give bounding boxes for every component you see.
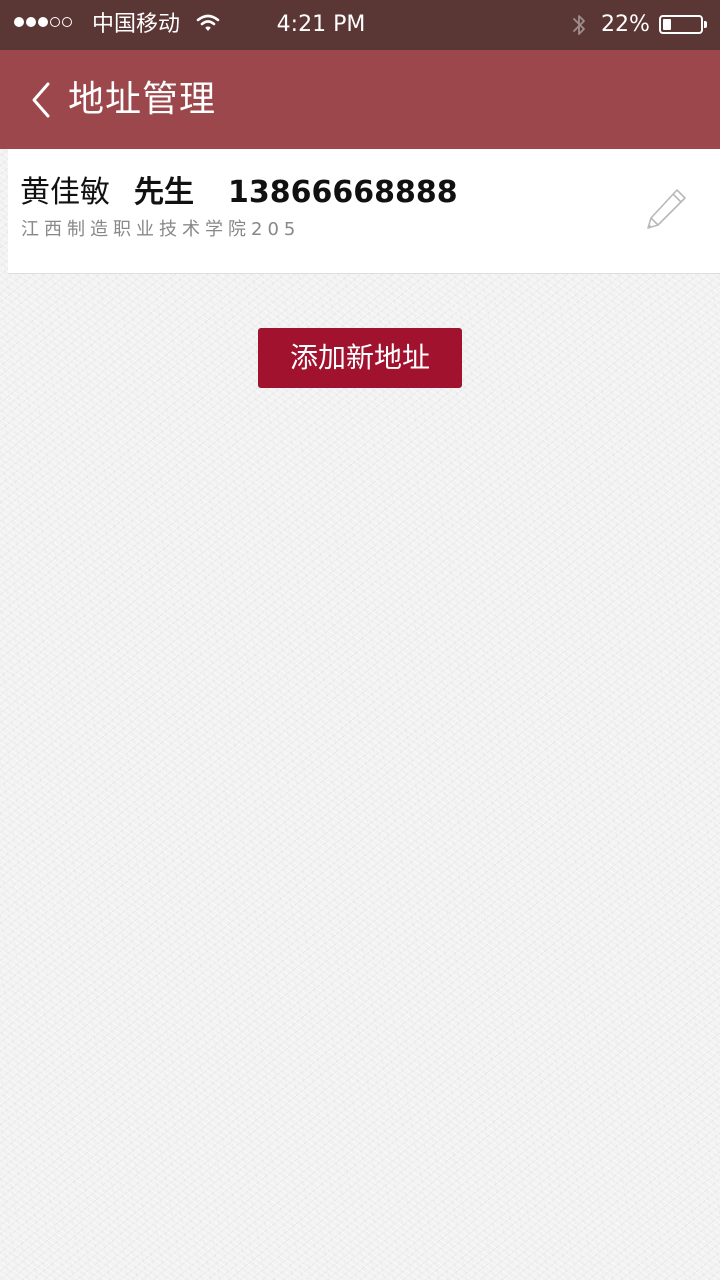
contact-line: 黄佳敏 先生 13866668888 [20, 173, 458, 213]
contact-title: 先生 [134, 175, 194, 210]
edit-address-button[interactable] [636, 183, 692, 239]
chevron-left-icon [32, 82, 50, 118]
battery-percent: 22% [601, 12, 650, 37]
page-title: 地址管理 [68, 79, 217, 120]
contact-phone: 13866668888 [228, 175, 458, 210]
battery-level-fill [663, 19, 671, 30]
back-button[interactable] [20, 74, 60, 126]
status-bar: 中国移动 4:21 PM 22% [0, 0, 720, 50]
address-detail: 江西制造职业技术学院205 [21, 219, 301, 240]
add-address-button[interactable]: 添加新地址 [258, 328, 462, 388]
battery-icon [659, 15, 703, 34]
contact-name: 黄佳敏 [20, 175, 110, 210]
bluetooth-icon [573, 15, 585, 35]
battery-tip [704, 21, 707, 28]
address-card[interactable]: 黄佳敏 先生 13866668888 江西制造职业技术学院205 [8, 149, 720, 274]
pencil-icon [647, 189, 686, 229]
nav-bar: 地址管理 [0, 50, 720, 149]
